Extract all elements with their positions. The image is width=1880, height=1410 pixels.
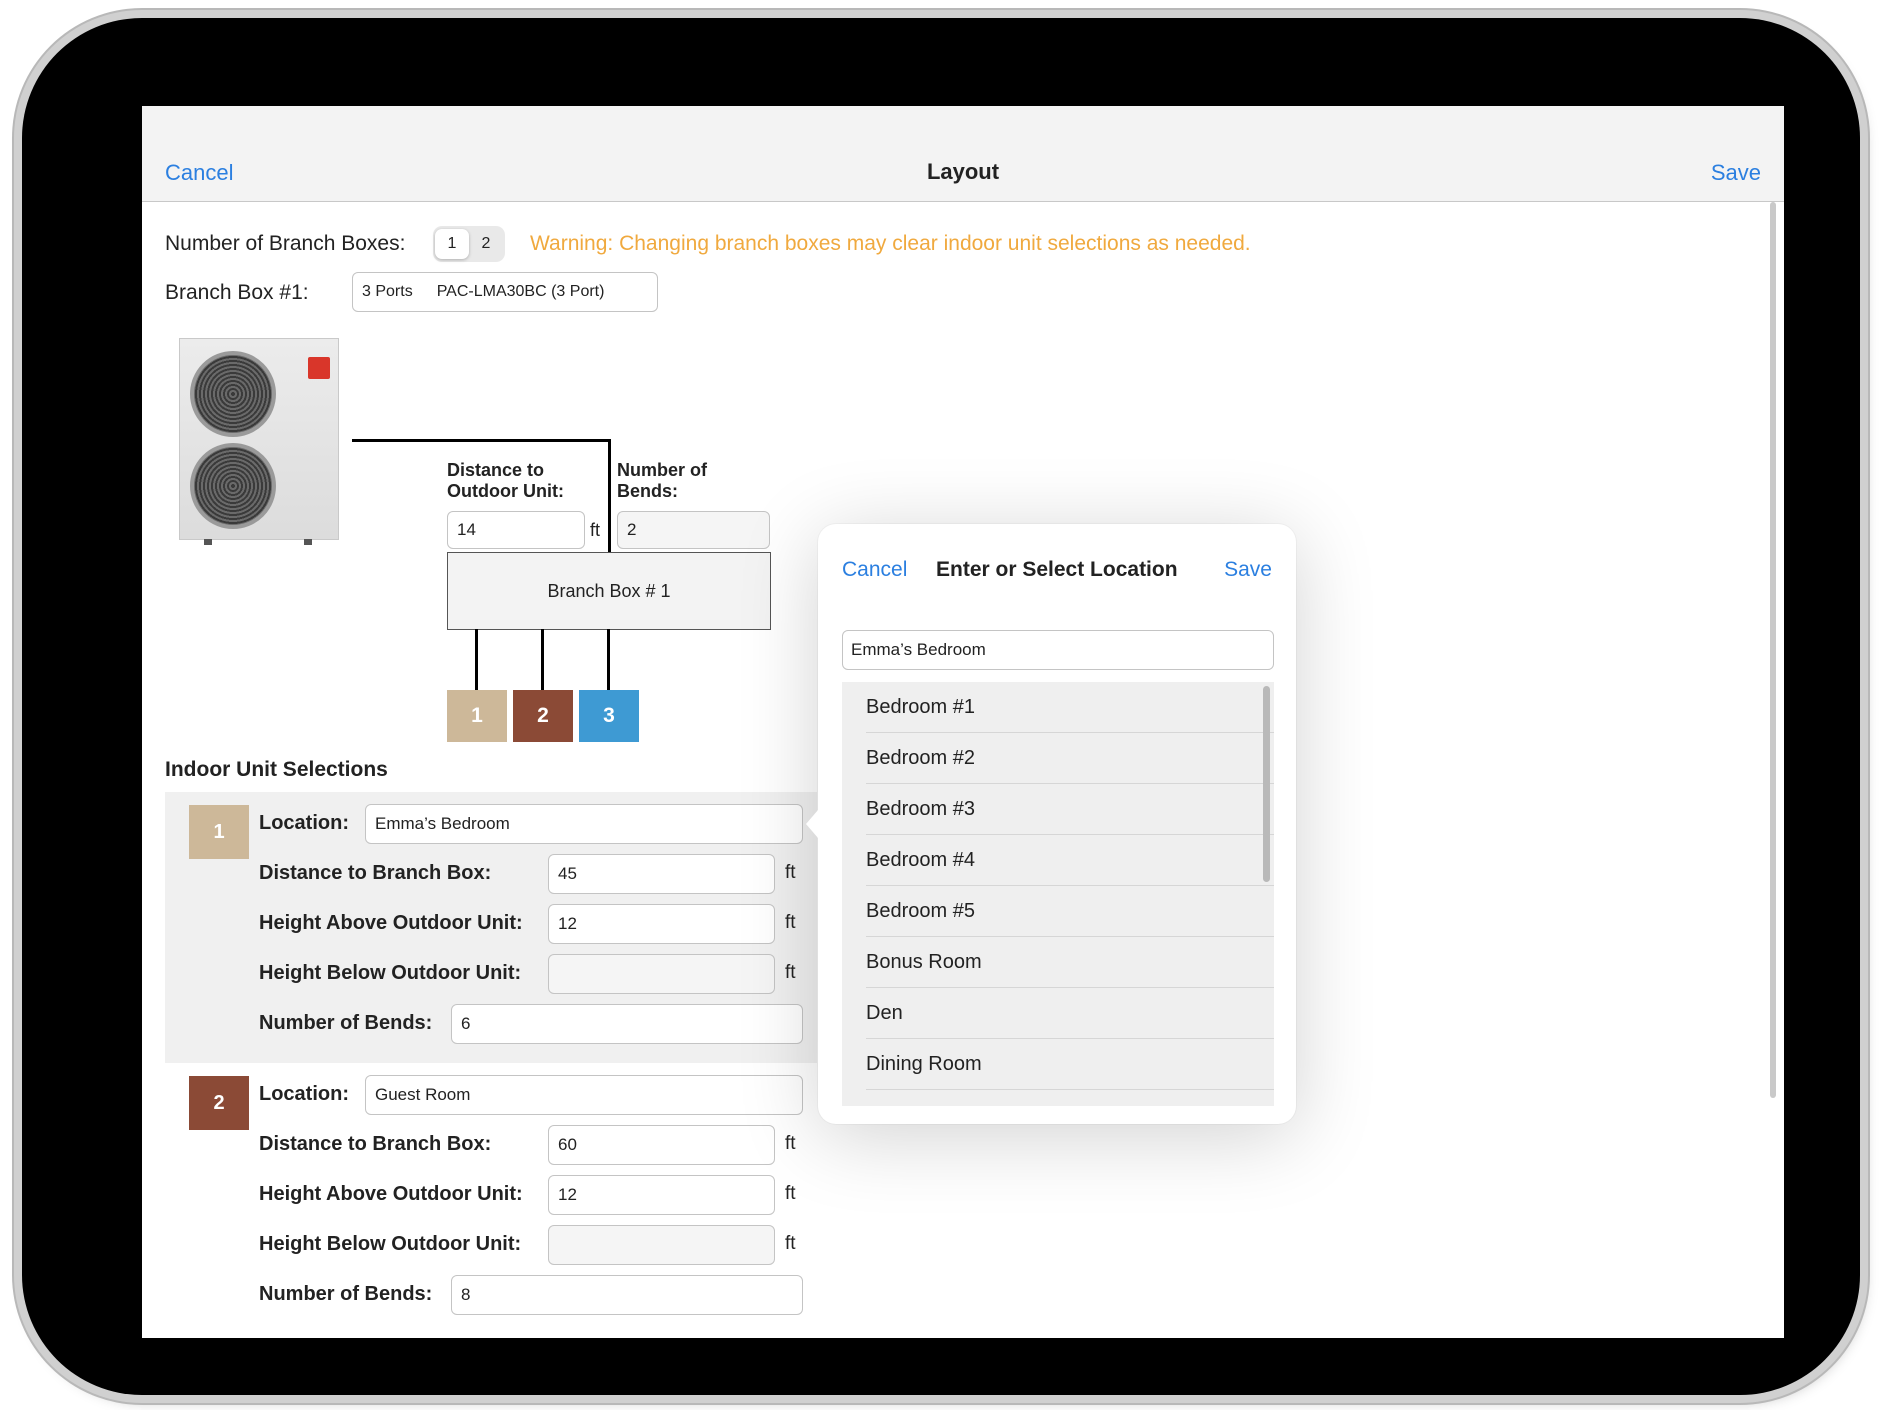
port-tile-2[interactable]: 2 bbox=[513, 690, 573, 742]
port-tile-1[interactable]: 1 bbox=[447, 690, 507, 742]
app-screen: Cancel Layout Save Number of Branch Boxe… bbox=[142, 106, 1784, 1338]
bends-outdoor-input[interactable]: 2 bbox=[617, 511, 770, 549]
navigation-bar: Cancel Layout Save bbox=[142, 106, 1784, 202]
bends-field[interactable]: 8 bbox=[451, 1275, 803, 1315]
bends-label: Number of Bends: bbox=[259, 1283, 433, 1305]
distance-label: Distance to Branch Box: bbox=[259, 1133, 492, 1155]
bends-field[interactable]: 6 bbox=[451, 1004, 803, 1044]
list-item[interactable]: Bedroom #4 bbox=[866, 835, 1274, 886]
pipe-line bbox=[607, 629, 610, 690]
list-item[interactable]: Dining Room bbox=[866, 1039, 1274, 1090]
branch-box-1-select[interactable]: 3 Ports PAC-LMA30BC (3 Port) bbox=[352, 272, 658, 312]
location-field[interactable]: Guest Room bbox=[365, 1075, 803, 1115]
unit-number-tile: 1 bbox=[189, 805, 249, 859]
unit-foot bbox=[204, 539, 212, 545]
list-item[interactable]: Bedroom #2 bbox=[866, 733, 1274, 784]
distance-field[interactable]: 45 bbox=[548, 854, 775, 894]
unit-foot bbox=[304, 539, 312, 545]
indoor-section-title: Indoor Unit Selections bbox=[165, 758, 388, 781]
unit-label: ft bbox=[785, 1183, 796, 1204]
page-title: Layout bbox=[926, 159, 1000, 184]
list-item[interactable]: Bedroom #1 bbox=[866, 682, 1274, 733]
brand-logo-icon bbox=[308, 357, 330, 379]
height-below-field[interactable] bbox=[548, 1225, 775, 1265]
popover-title: Enter or Select Location bbox=[936, 558, 1178, 581]
location-label: Location: bbox=[259, 812, 349, 834]
list-item[interactable]: Den bbox=[866, 988, 1274, 1039]
fan-grille-icon bbox=[190, 443, 276, 529]
location-popover: Cancel Enter or Select Location Save Emm… bbox=[806, 524, 1296, 1124]
popover-arrow bbox=[806, 810, 818, 838]
save-button[interactable]: Save bbox=[1711, 160, 1761, 186]
segment-option-1[interactable]: 1 bbox=[435, 229, 469, 259]
port-tile-3[interactable]: 3 bbox=[579, 690, 639, 742]
location-field[interactable]: Emma’s Bedroom bbox=[365, 804, 803, 844]
outdoor-unit-image bbox=[179, 338, 339, 545]
height-below-label: Height Below Outdoor Unit: bbox=[259, 962, 522, 984]
branch-count-segmented-control[interactable]: 1 2 bbox=[433, 226, 505, 262]
distance-field[interactable]: 60 bbox=[548, 1125, 775, 1165]
height-below-field[interactable] bbox=[548, 954, 775, 994]
pipe-line bbox=[352, 439, 610, 442]
indoor-unit-card-2: 2 Location: Guest Room Distance to Branc… bbox=[165, 1063, 817, 1338]
height-above-field[interactable]: 12 bbox=[548, 1175, 775, 1215]
height-above-label: Height Above Outdoor Unit: bbox=[259, 912, 523, 934]
distance-outdoor-label: Distance to Outdoor Unit: bbox=[447, 460, 564, 501]
location-label: Location: bbox=[259, 1083, 349, 1105]
branch-count-label: Number of Branch Boxes: bbox=[165, 232, 406, 255]
list-scrollbar[interactable] bbox=[1263, 686, 1270, 882]
popover-save-button[interactable]: Save bbox=[1224, 558, 1272, 582]
branch-box-ports: 3 Ports bbox=[362, 283, 413, 300]
location-search-input[interactable]: Emma’s Bedroom bbox=[842, 630, 1274, 670]
distance-label: Distance to Branch Box: bbox=[259, 862, 492, 884]
unit-label: ft bbox=[785, 962, 796, 983]
distance-outdoor-input[interactable]: 14 bbox=[447, 511, 585, 549]
branch-box-diagram: Branch Box # 1 bbox=[447, 552, 771, 630]
tablet-frame: Cancel Layout Save Number of Branch Boxe… bbox=[22, 18, 1860, 1395]
list-item[interactable]: Bedroom #3 bbox=[866, 784, 1274, 835]
bends-label: Number of Bends: bbox=[259, 1012, 433, 1034]
segment-option-2[interactable]: 2 bbox=[469, 229, 503, 259]
location-list: Bedroom #1 Bedroom #2 Bedroom #3 Bedroom… bbox=[842, 682, 1274, 1106]
pipe-line bbox=[475, 629, 478, 690]
branch-box-model: PAC-LMA30BC (3 Port) bbox=[436, 283, 605, 300]
height-below-label: Height Below Outdoor Unit: bbox=[259, 1233, 522, 1255]
height-above-field[interactable]: 12 bbox=[548, 904, 775, 944]
unit-number-tile: 2 bbox=[189, 1076, 249, 1130]
list-item[interactable]: Bedroom #5 bbox=[866, 886, 1274, 937]
pipe-line bbox=[608, 439, 611, 552]
list-item[interactable]: Bonus Room bbox=[866, 937, 1274, 988]
unit-label: ft bbox=[785, 912, 796, 933]
unit-label: ft bbox=[785, 1133, 796, 1154]
pipe-line bbox=[541, 629, 544, 690]
warning-message: Warning: Changing branch boxes may clear… bbox=[530, 232, 1251, 255]
popover-cancel-button[interactable]: Cancel bbox=[842, 558, 907, 582]
unit-label: ft bbox=[785, 862, 796, 883]
unit-label: ft bbox=[785, 1233, 796, 1254]
height-above-label: Height Above Outdoor Unit: bbox=[259, 1183, 523, 1205]
fan-grille-icon bbox=[190, 351, 276, 437]
distance-outdoor-unit: ft bbox=[590, 520, 601, 540]
branch-box-1-label: Branch Box #1: bbox=[165, 281, 309, 304]
bends-outdoor-label: Number of Bends: bbox=[617, 460, 707, 501]
main-scrollbar[interactable] bbox=[1770, 202, 1776, 1098]
indoor-unit-card-1: 1 Location: Emma’s Bedroom Distance to B… bbox=[165, 792, 817, 1063]
